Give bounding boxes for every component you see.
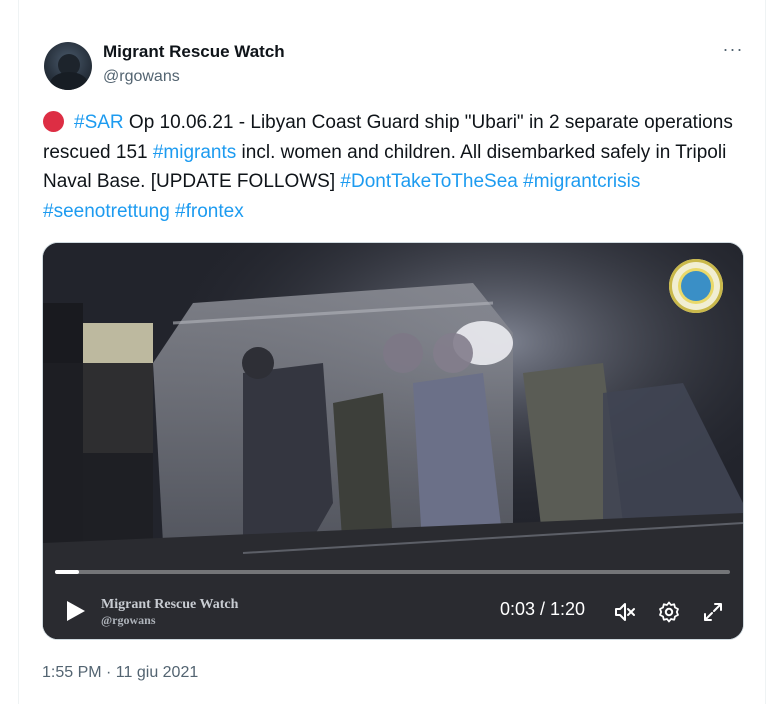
video-frame — [43, 243, 743, 639]
hashtag-link[interactable]: #DontTakeToTheSea — [340, 171, 517, 192]
video-progress-bar[interactable] — [55, 570, 730, 574]
volume-muted-icon[interactable] — [613, 600, 637, 624]
hashtag-link[interactable]: #seenotrettung — [43, 201, 170, 222]
video-watermark-name: Migrant Rescue Watch — [101, 597, 239, 612]
hashtag-link[interactable]: #migrantcrisis — [523, 171, 640, 192]
video-progress-fill — [55, 570, 79, 574]
tweet-timestamp[interactable]: 1:55 PM · 11 giu 2021 — [42, 664, 198, 682]
tweet-text: #SAR Op 10.06.21 - Libyan Coast Guard sh… — [43, 108, 733, 226]
video-player[interactable]: Migrant Rescue Watch @rgowans 0:03 / 1:2… — [42, 242, 744, 640]
author-name[interactable]: Migrant Rescue Watch — [103, 42, 285, 62]
hashtag-link[interactable]: #migrants — [153, 142, 236, 163]
more-horizontal-icon[interactable]: ··· — [720, 38, 746, 64]
fullscreen-icon[interactable] — [701, 600, 725, 624]
author-handle[interactable]: @rgowans — [103, 68, 180, 86]
red-circle-icon — [43, 111, 64, 132]
video-watermark-handle: @rgowans — [101, 613, 156, 627]
avatar[interactable] — [44, 42, 92, 90]
hashtag-link[interactable]: #frontex — [175, 201, 244, 222]
settings-icon[interactable] — [657, 600, 681, 624]
video-time-display: 0:03 / 1:20 — [500, 599, 586, 619]
coast-guard-logo — [669, 259, 723, 313]
play-icon[interactable] — [63, 599, 87, 623]
hashtag-link[interactable]: #SAR — [74, 112, 124, 133]
tweet-card[interactable]: Migrant Rescue Watch @rgowans ··· #SAR O… — [18, 0, 766, 704]
